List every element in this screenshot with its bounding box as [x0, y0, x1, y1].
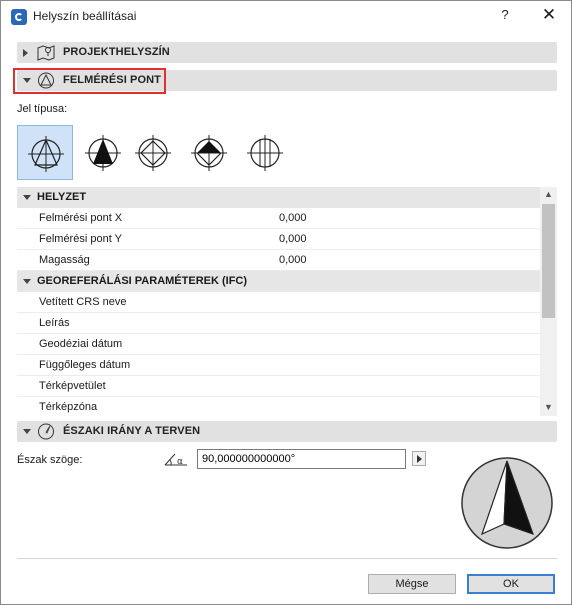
north-angle-input[interactable]	[197, 449, 406, 469]
dialog-window: Helyszín beállításai ? ✕ PROJEKTHELYSZÍN…	[0, 0, 572, 605]
north-angle-label: Észak szöge:	[17, 454, 83, 466]
row-label: Függőleges dátum	[39, 359, 131, 371]
row-label: Térképzóna	[39, 401, 98, 413]
table-row[interactable]: Felmérési pont X 0,000	[17, 208, 540, 229]
property-grid: HELYZET Felmérési pont X 0,000 Felmérési…	[17, 187, 557, 416]
cancel-button[interactable]: Mégse	[368, 574, 456, 594]
close-button[interactable]: ✕	[539, 5, 559, 25]
row-label: Térképvetület	[39, 380, 106, 392]
table-row[interactable]: Vetített CRS neve	[17, 292, 540, 313]
symbol-option-1[interactable]	[17, 125, 73, 180]
angle-icon: α	[164, 453, 187, 467]
row-label: Magasság	[39, 254, 90, 266]
survey-symbol-2-icon	[85, 135, 121, 171]
section-projekthelyszin[interactable]: PROJEKTHELYSZÍN	[17, 42, 557, 63]
help-button[interactable]: ?	[497, 7, 513, 25]
scroll-up-icon[interactable]: ▲	[544, 190, 553, 199]
table-row[interactable]: Térképzóna	[17, 397, 540, 416]
table-row[interactable]: Geodéziai dátum	[17, 334, 540, 355]
section-label: ÉSZAKI IRÁNY A TERVEN	[63, 425, 201, 437]
row-value[interactable]: 0,000	[279, 212, 307, 224]
svg-text:α: α	[177, 457, 183, 467]
ok-button[interactable]: OK	[467, 574, 555, 594]
section-label: PROJEKTHELYSZÍN	[63, 46, 170, 58]
app-icon	[11, 9, 27, 25]
expand-arrow-icon	[23, 49, 28, 57]
symbol-option-4[interactable]	[181, 125, 237, 180]
symbol-type-label: Jel típusa:	[17, 103, 68, 115]
window-title: Helyszín beállításai	[33, 9, 137, 23]
row-value[interactable]: 0,000	[279, 233, 307, 245]
row-label: Felmérési pont X	[39, 212, 123, 224]
symbol-option-3[interactable]	[125, 125, 181, 180]
vertical-scrollbar[interactable]: ▲ ▼	[540, 187, 557, 416]
survey-symbol-3-icon	[135, 135, 171, 171]
angle-options-button[interactable]	[412, 451, 426, 466]
grid-section-helyzet[interactable]: HELYZET	[17, 187, 540, 208]
row-value[interactable]: 0,000	[279, 254, 307, 266]
row-label: Vetített CRS neve	[39, 296, 127, 308]
section-eszaki-irany[interactable]: ÉSZAKI IRÁNY A TERVEN	[17, 421, 557, 442]
row-label: Leírás	[39, 317, 70, 329]
row-label: Felmérési pont Y	[39, 233, 122, 245]
table-row[interactable]: Térképvetület	[17, 376, 540, 397]
table-row[interactable]: Felmérési pont Y 0,000	[17, 229, 540, 250]
table-row[interactable]: Függőleges dátum	[17, 355, 540, 376]
scroll-down-icon[interactable]: ▼	[544, 403, 553, 412]
north-compass-preview	[461, 457, 553, 549]
table-row[interactable]: Leírás	[17, 313, 540, 334]
row-label: Geodéziai dátum	[39, 338, 123, 350]
grid-section-georef[interactable]: GEOREFERÁLÁSI PARAMÉTEREK (IFC)	[17, 271, 540, 292]
survey-symbol-4-icon	[191, 135, 227, 171]
grid-section-label: HELYZET	[37, 191, 87, 203]
grid-section-label: GEOREFERÁLÁSI PARAMÉTEREK (IFC)	[37, 275, 248, 287]
title-bar: Helyszín beállításai ? ✕	[1, 1, 571, 32]
map-pin-icon	[37, 45, 55, 61]
collapse-arrow-icon	[23, 429, 31, 434]
divider	[17, 558, 557, 559]
survey-symbol-1-icon	[28, 136, 64, 172]
collapse-arrow-icon	[23, 195, 31, 200]
table-row[interactable]: Magasság 0,000	[17, 250, 540, 271]
compass-needle-icon	[38, 423, 54, 440]
highlight-frame	[13, 68, 166, 94]
collapse-arrow-icon	[23, 279, 31, 284]
symbol-option-2[interactable]	[75, 125, 131, 180]
symbol-option-5[interactable]	[237, 125, 293, 180]
scroll-thumb[interactable]	[542, 204, 555, 318]
survey-symbol-5-icon	[247, 135, 283, 171]
